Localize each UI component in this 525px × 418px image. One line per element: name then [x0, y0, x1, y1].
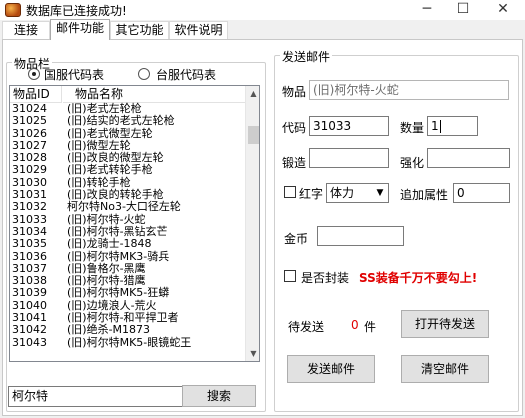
item-id: 31024: [12, 102, 47, 115]
code-label: 代码: [282, 121, 307, 135]
list-item[interactable]: 31042 (旧)绝杀-M1873: [10, 324, 245, 336]
item-id: 31043: [12, 335, 47, 349]
item-name: 柯尔特No3-大口径左轮: [67, 200, 181, 214]
item-name: (旧)柯尔特MK5-狂蟒: [67, 286, 170, 300]
item-list[interactable]: 物品ID 物品名称 31024 (旧)老式左轮枪 31025 (旧)结实的老式左轮枪 3…: [9, 85, 260, 362]
column-header-id[interactable]: 物品ID: [10, 86, 62, 103]
clear-mail-button[interactable]: 清空邮件: [401, 355, 489, 383]
item-id: 31039: [12, 286, 47, 300]
tab-connect[interactable]: 连接: [2, 21, 50, 39]
search-button[interactable]: 搜索: [182, 385, 256, 407]
redword-checkbox[interactable]: [284, 186, 296, 198]
list-item[interactable]: 31032 柯尔特No3-大口径左轮: [10, 201, 245, 213]
pending-label: 待发送: [288, 320, 325, 334]
enhance-field[interactable]: [427, 148, 510, 168]
quantity-field[interactable]: 1: [427, 116, 478, 136]
item-id: 31041: [12, 311, 47, 325]
scroll-thumb[interactable]: [248, 126, 259, 144]
item-label: 物品: [282, 85, 307, 99]
item-name: (旧)老式微型左轮: [67, 126, 153, 140]
list-item[interactable]: 31025 (旧)结实的老式左轮枪: [10, 115, 245, 127]
title-bar: 数据库已连接成功! ─ ☐ ✕: [0, 0, 525, 20]
item-id: 31033: [12, 212, 47, 226]
list-item[interactable]: 31036 (旧)柯尔特MK3-骑兵: [10, 249, 245, 263]
send-mail-button[interactable]: 发送邮件: [287, 355, 375, 383]
open-pending-button[interactable]: 打开待发送: [401, 310, 489, 338]
window-title: 数据库已连接成功!: [26, 4, 127, 18]
tab-other[interactable]: 其它功能: [110, 21, 169, 39]
list-item[interactable]: 31035 (旧)龙骑士-1848: [10, 238, 245, 250]
chevron-down-icon[interactable]: ▼: [372, 184, 388, 202]
list-scrollbar[interactable]: ▲ ▼: [245, 86, 259, 361]
item-id: 31031: [12, 188, 47, 202]
search-input[interactable]: 柯尔特: [8, 386, 198, 407]
item-id: 31034: [12, 224, 47, 238]
scroll-down-icon[interactable]: ▼: [246, 346, 259, 361]
column-header-name[interactable]: 物品名称: [63, 86, 245, 103]
gold-label: 金币: [284, 232, 309, 246]
item-id: 31028: [12, 151, 47, 165]
quantity-label: 数量: [400, 121, 425, 135]
redword-select[interactable]: 体力 ▼: [326, 183, 389, 203]
item-name: (旧)柯尔特MK3-骑兵: [67, 249, 170, 263]
item-name: (旧)结实的老式左轮枪: [67, 114, 175, 128]
ss-warning-text: SS装备千万不要勾上!: [359, 271, 478, 285]
seal-checkbox[interactable]: [284, 270, 296, 282]
item-name: (旧)边境浪人-荒火: [67, 298, 157, 312]
item-name: (旧)柯尔特-黑钻玄芒: [67, 224, 168, 238]
close-button[interactable]: ✕: [485, 0, 521, 20]
item-id: 31042: [12, 323, 47, 337]
item-id: 31026: [12, 126, 47, 140]
radio-tw-server-label[interactable]: 台服代码表: [156, 66, 216, 83]
enhance-label: 强化: [400, 156, 425, 170]
app-icon: [5, 3, 21, 17]
item-id: 31040: [12, 298, 47, 312]
radio-cn-server[interactable]: [28, 68, 40, 80]
tab-help[interactable]: 软件说明: [169, 21, 228, 39]
item-name: (旧)绝杀-M1873: [67, 323, 151, 337]
radio-tw-server[interactable]: [138, 68, 150, 80]
forge-label: 锻造: [282, 156, 307, 170]
item-name: (旧)龙骑士-1848: [67, 237, 152, 251]
redword-label: 红字: [299, 187, 324, 201]
gold-field[interactable]: [317, 226, 404, 246]
item-id: 31032: [12, 200, 47, 214]
item-name: (旧)柯尔特-火蛇: [67, 212, 146, 226]
item-id: 31036: [12, 249, 47, 263]
code-field[interactable]: 31033: [309, 116, 389, 136]
extra-attr-label: 追加属性: [400, 188, 449, 202]
minimize-button[interactable]: ─: [409, 0, 445, 20]
pending-unit: 件: [364, 320, 377, 334]
redword-select-value: 体力: [330, 186, 355, 200]
item-list-rows: 31024 (旧)老式左轮枪 31025 (旧)结实的老式左轮枪 31026 (旧)老式微…: [10, 103, 245, 349]
item-id: 31037: [12, 261, 47, 275]
item-name: (旧)转轮手枪: [67, 175, 131, 189]
item-id: 31030: [12, 175, 47, 189]
item-name-field[interactable]: (旧)柯尔特-火蛇: [309, 80, 509, 100]
item-id: 31025: [12, 114, 47, 128]
seal-label: 是否封装: [301, 271, 350, 285]
scroll-up-icon[interactable]: ▲: [246, 86, 259, 101]
forge-field[interactable]: [309, 148, 389, 168]
item-id: 31029: [12, 163, 47, 177]
list-item[interactable]: 31029 (旧)老式转轮手枪: [10, 164, 245, 176]
mail-group-legend: 发送邮件: [280, 48, 333, 65]
list-item[interactable]: 31039 (旧)柯尔特MK5-狂蟒: [10, 287, 245, 299]
item-name: (旧)柯尔特MK5-眼镜蛇王: [67, 335, 192, 349]
pending-count: 0: [351, 318, 359, 332]
list-item[interactable]: 31043 (旧)柯尔特MK5-眼镜蛇王: [10, 335, 245, 349]
maximize-button[interactable]: ☐: [445, 0, 481, 20]
radio-cn-server-label[interactable]: 国服代码表: [44, 66, 104, 83]
item-id: 31027: [12, 138, 47, 152]
item-id: 31038: [12, 274, 47, 288]
item-name: (旧)老式转轮手枪: [67, 163, 153, 177]
item-id: 31035: [12, 237, 47, 251]
extra-attr-field[interactable]: 0: [453, 183, 510, 203]
tab-mail[interactable]: 邮件功能: [50, 19, 110, 40]
